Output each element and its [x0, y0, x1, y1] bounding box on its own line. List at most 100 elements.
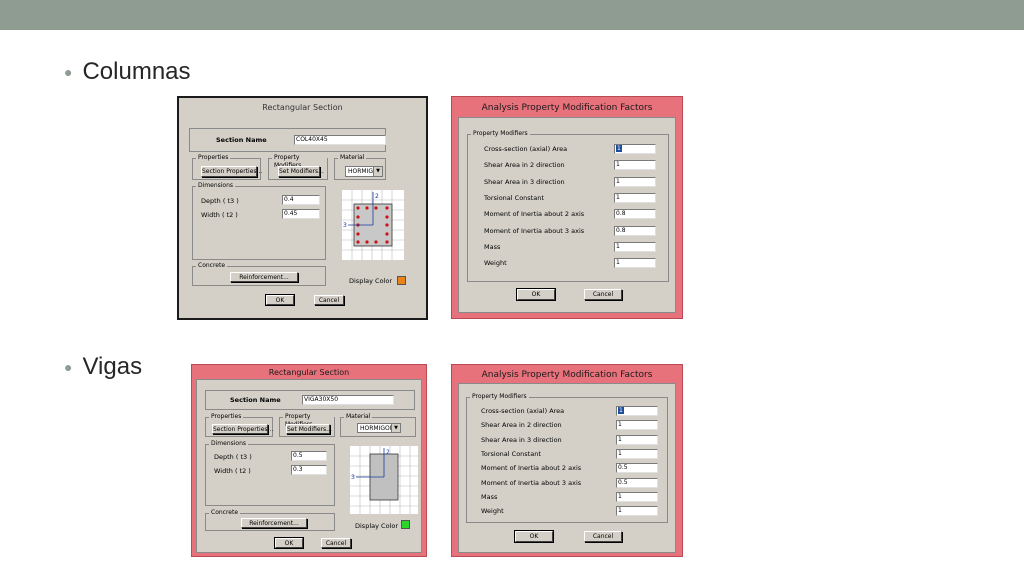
material-group: Material HORMIGON ▼: [340, 413, 416, 437]
ok-button[interactable]: OK: [514, 530, 554, 543]
depth-label: Depth ( t3 ): [214, 453, 252, 461]
dialog-body: Property Modifiers Cross-section (axial)…: [458, 117, 676, 313]
section-name-label: Section Name: [230, 396, 281, 404]
reinforcement-button[interactable]: Reinforcement...: [241, 518, 307, 528]
property-modifiers-label: Property Modifiers: [470, 393, 529, 401]
material-group: Material HORMIGON ▼: [334, 154, 386, 180]
modifier-input[interactable]: 1: [614, 192, 656, 203]
property-modifiers-group: Property Modifiers Cross-section (axial)…: [467, 130, 669, 282]
modifier-input[interactable]: 1: [616, 506, 658, 517]
bullet-dot-icon: ●: [64, 359, 73, 375]
concrete-label: Concrete: [196, 262, 228, 270]
dialog-title: Rectangular Section: [268, 368, 350, 377]
display-color-swatch[interactable]: [397, 276, 406, 285]
modifier-value: 1: [616, 145, 622, 152]
properties-group: Properties Section Properties...: [205, 413, 273, 437]
cancel-button[interactable]: Cancel: [314, 295, 344, 305]
modifier-label: Moment of Inertia about 2 axis: [481, 464, 582, 473]
modifier-input[interactable]: 1: [614, 241, 656, 252]
concrete-label: Concrete: [209, 509, 241, 517]
cancel-button[interactable]: Cancel: [584, 289, 622, 300]
dimensions-group: Dimensions Depth ( t3 ) 0.5 Width ( t2 )…: [205, 440, 335, 506]
dialog-body: Section Name VIGA30X50 Properties Sectio…: [196, 379, 422, 553]
section-properties-button[interactable]: Section Properties...: [201, 166, 262, 177]
modifier-label: Moment of Inertia about 3 axis: [484, 226, 585, 235]
modifier-input[interactable]: 1: [616, 491, 658, 502]
dialog-body: Property Modifiers Cross-section (axial)…: [458, 383, 676, 553]
depth-label: Depth ( t3 ): [201, 197, 239, 205]
width-label: Width ( t2 ): [201, 211, 238, 219]
properties-group: Properties Section Properties...: [192, 154, 262, 180]
modifier-input[interactable]: 1: [616, 406, 658, 416]
material-select-value: HORMIGON: [360, 425, 395, 432]
modifier-value: 1: [618, 421, 622, 429]
section-name-label: Section Name: [216, 136, 267, 144]
modifier-value: 1: [616, 259, 620, 267]
set-modifiers-button[interactable]: Set Modifiers...: [286, 424, 332, 434]
column-section-dialog: Rectangular Section Section Name COL40X4…: [177, 96, 428, 320]
modifier-value: 0.5: [618, 478, 628, 486]
modifier-value: 1: [616, 242, 620, 250]
modifier-label: Shear Area in 2 direction: [481, 421, 562, 430]
depth-input[interactable]: 0.5: [291, 451, 327, 461]
modifier-input[interactable]: 1: [614, 176, 656, 187]
modifier-value: 0.8: [616, 226, 626, 234]
material-select[interactable]: HORMIGON ▼: [357, 423, 401, 433]
ok-button[interactable]: OK: [274, 537, 304, 549]
modifier-input[interactable]: 1: [614, 160, 656, 171]
display-color-swatch[interactable]: [401, 520, 410, 529]
section-name-input[interactable]: VIGA30X50: [302, 395, 394, 405]
beam-section-dialog: Rectangular Section Section Name VIGA30X…: [191, 364, 427, 557]
modifier-value: 1: [618, 507, 622, 515]
display-color-label: Display Color: [355, 522, 398, 530]
modifier-label: Weight: [484, 259, 507, 268]
slide-top-bar: [0, 0, 1024, 30]
properties-label: Properties: [196, 154, 231, 162]
ok-button[interactable]: OK: [516, 288, 556, 301]
property-modifiers-label: Property Modifiers: [471, 130, 530, 138]
width-input[interactable]: 0.3: [291, 465, 327, 475]
section-properties-button[interactable]: Section Properties...: [212, 424, 273, 434]
modifier-input[interactable]: 0.5: [616, 477, 658, 488]
material-label: Material: [338, 154, 367, 162]
modifier-label: Shear Area in 3 direction: [484, 177, 565, 186]
cancel-button[interactable]: Cancel: [584, 531, 622, 542]
modifier-input[interactable]: 0.5: [616, 463, 658, 474]
bullet-columnas-text: Columnas: [82, 58, 191, 85]
depth-input[interactable]: 0.4: [282, 195, 320, 205]
reinforcement-button[interactable]: Reinforcement...: [230, 272, 298, 282]
bullet-dot-icon: ●: [64, 64, 73, 80]
bullet-vigas: ● Vigas: [64, 353, 142, 381]
width-input[interactable]: 0.45: [282, 209, 320, 219]
modifier-label: Cross-section (axial) Area: [481, 407, 565, 415]
chevron-down-icon: ▼: [373, 167, 382, 176]
properties-label: Properties: [209, 413, 244, 421]
modifier-label: Torsional Constant: [484, 193, 544, 202]
modifier-label: Mass: [484, 242, 501, 251]
axis-2-label: 2: [375, 193, 379, 200]
dialog-title: Rectangular Section: [262, 103, 343, 112]
dialog-title: Analysis Property Modification Factors: [481, 103, 653, 113]
set-modifiers-button[interactable]: Set Modifiers...: [278, 166, 324, 177]
concrete-group: Concrete Reinforcement...: [205, 509, 335, 531]
bullet-columnas: ● Columnas: [64, 58, 191, 86]
ok-button[interactable]: OK: [265, 294, 295, 306]
modifier-input[interactable]: 1: [616, 434, 658, 445]
modifier-input[interactable]: 1: [614, 144, 656, 154]
modifier-input[interactable]: 1: [616, 448, 658, 459]
modifier-input[interactable]: 0.8: [614, 209, 656, 220]
axis-2-label: 2: [386, 449, 390, 456]
section-name-input[interactable]: COL40X45: [294, 135, 386, 145]
section-name-group: Section Name COL40X45: [189, 128, 386, 152]
modifier-input[interactable]: 0.8: [614, 225, 656, 236]
axis-3-label: 3: [343, 222, 347, 229]
modifier-input[interactable]: 1: [616, 420, 658, 431]
modifier-label: Shear Area in 3 direction: [481, 435, 562, 444]
modifier-label: Cross-section (axial) Area: [484, 145, 568, 153]
cancel-button[interactable]: Cancel: [321, 538, 351, 548]
axis-3-label: 3: [351, 474, 355, 481]
dialog-title: Analysis Property Modification Factors: [481, 370, 653, 380]
modifier-value: 1: [616, 177, 620, 185]
modifier-input[interactable]: 1: [614, 258, 656, 269]
material-select[interactable]: HORMIGON ▼: [345, 166, 383, 177]
